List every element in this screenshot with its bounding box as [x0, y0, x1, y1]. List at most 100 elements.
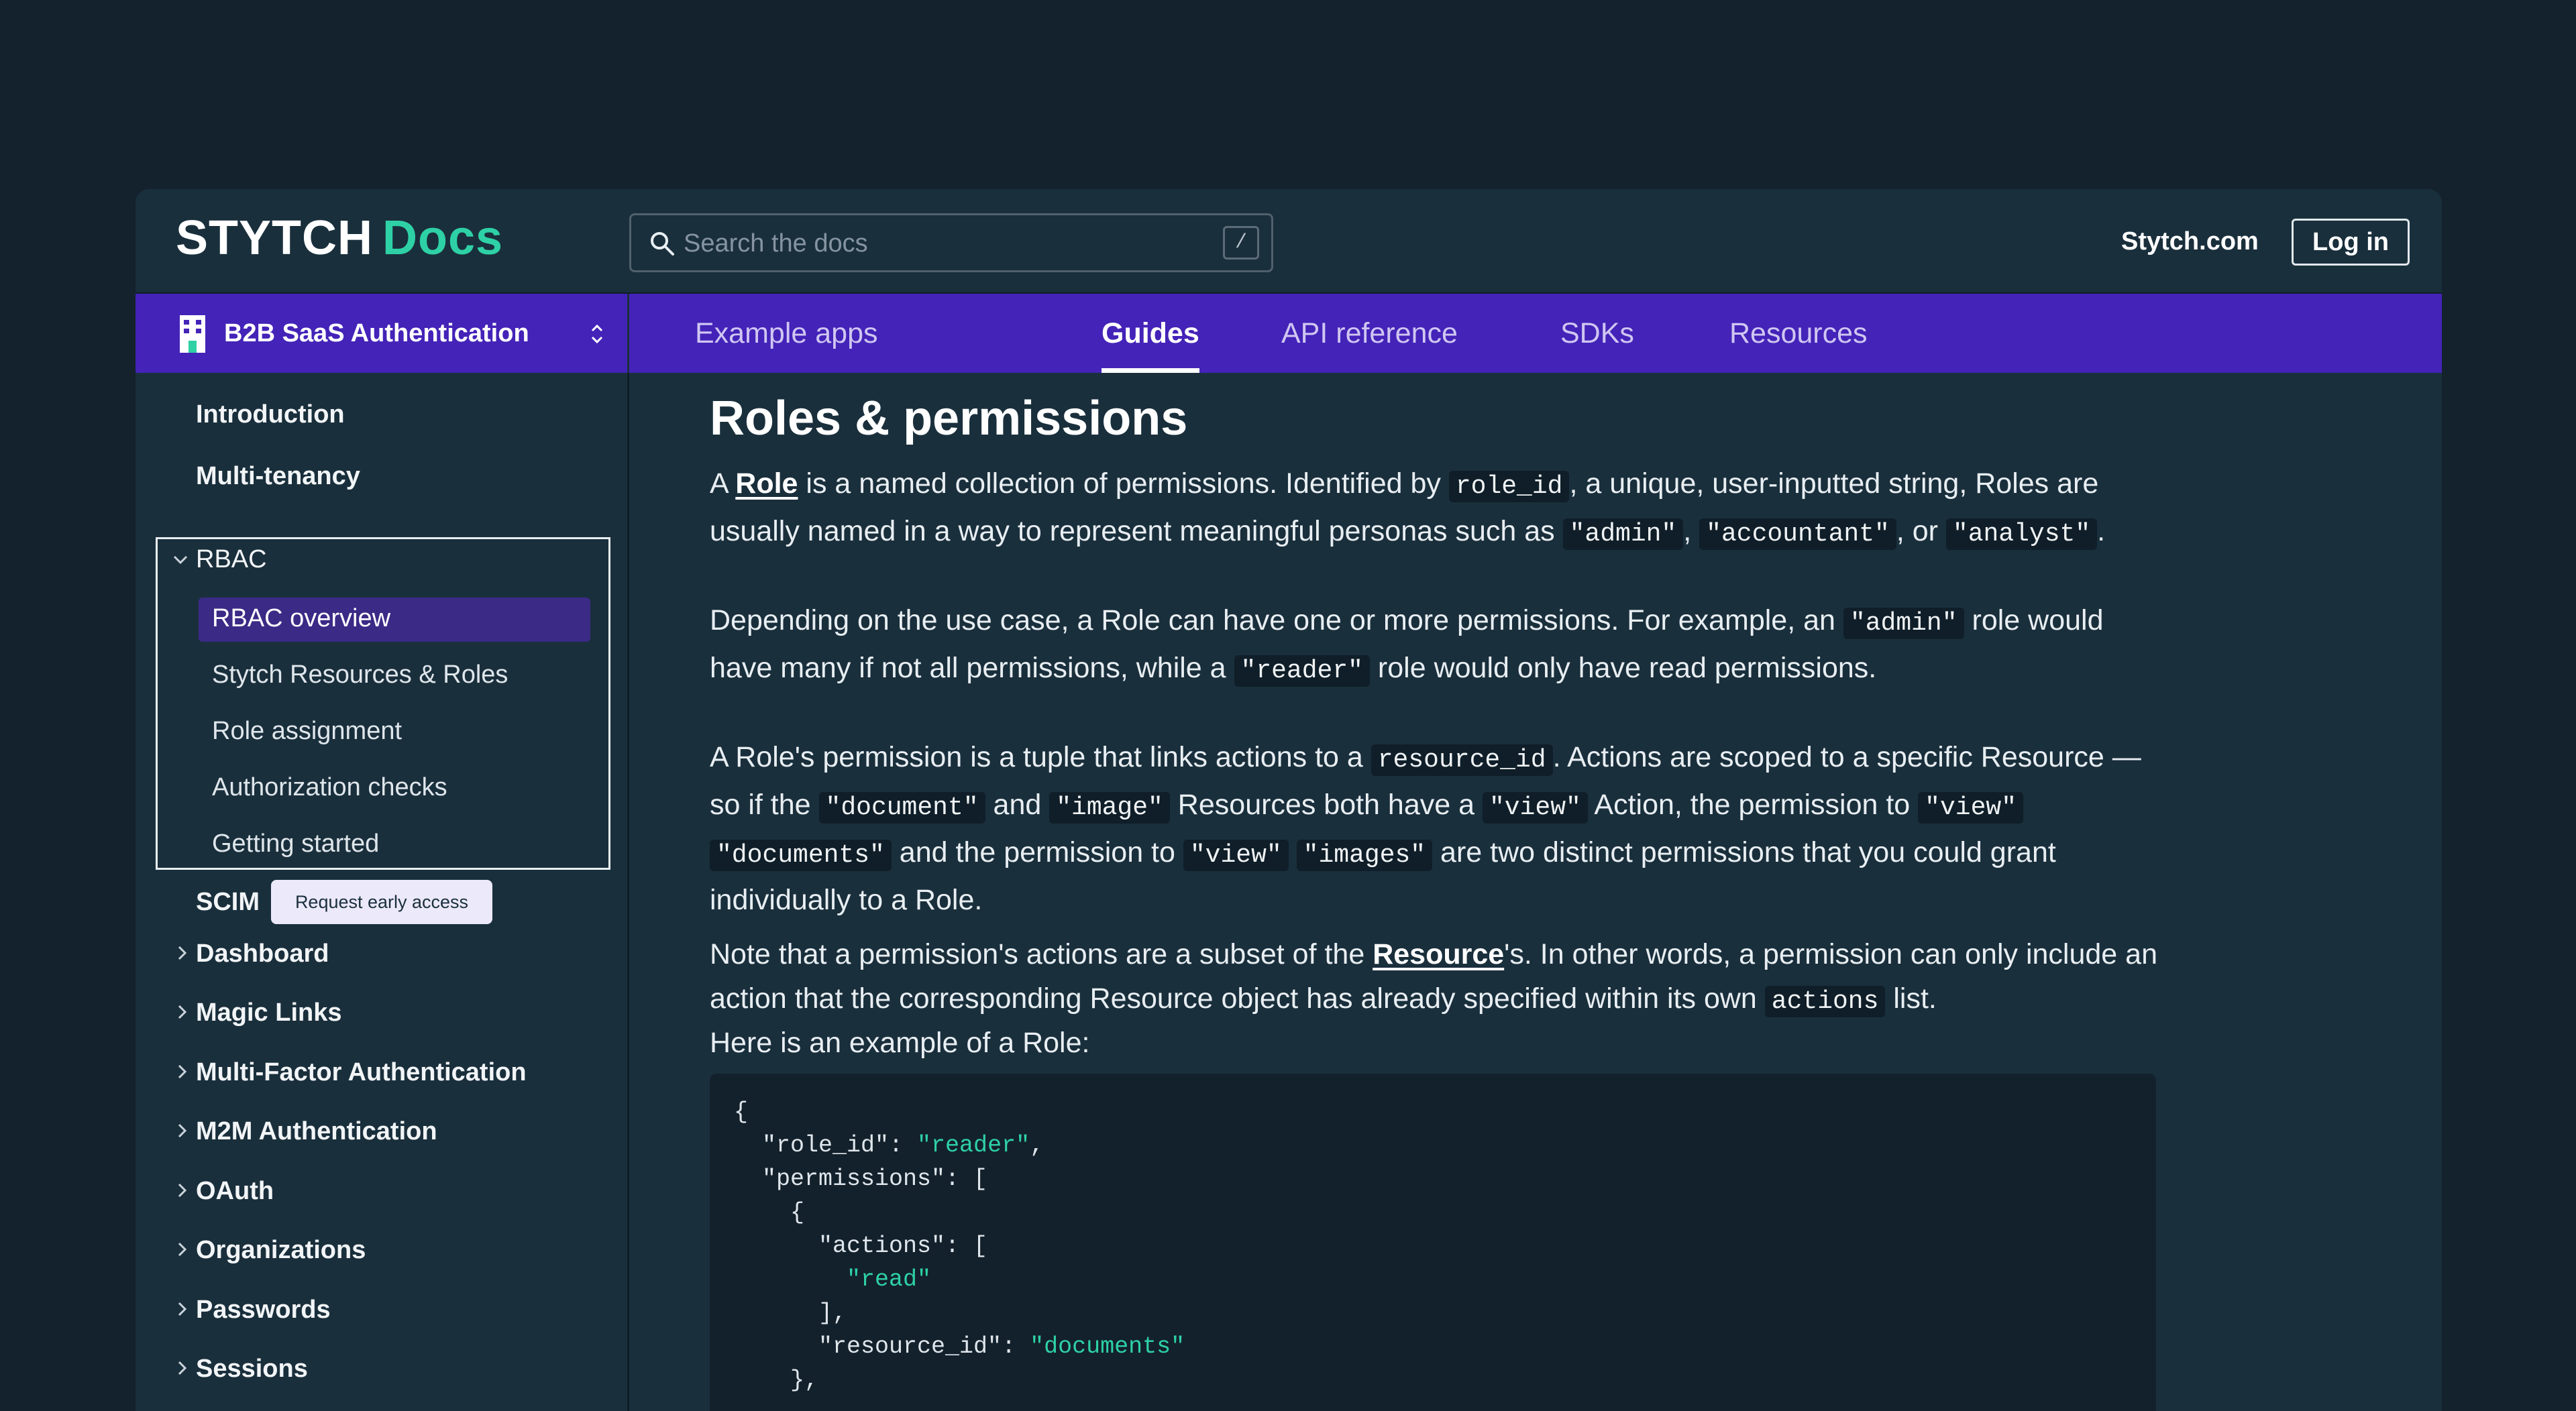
text: and the permission to [891, 836, 1183, 868]
docs-window: STYTCHDocs / Stytch.com Log in B2B SaaS … [136, 189, 2442, 1411]
sidebar-item-multi-tenancy[interactable]: Multi-tenancy [196, 457, 360, 495]
code-actions: actions [1764, 986, 1886, 1017]
product-switcher[interactable]: B2B SaaS Authentication [136, 294, 629, 373]
text: and [985, 789, 1050, 821]
code-role-id: role_id [1448, 471, 1570, 502]
text [1289, 836, 1297, 868]
sidebar-subitem-authorization-checks[interactable]: Authorization checks [212, 769, 447, 806]
text: A [710, 467, 736, 500]
code-image: "image" [1049, 792, 1170, 824]
chevron-right-icon[interactable] [173, 1122, 191, 1139]
code-line: "permissions": [ [734, 1166, 988, 1192]
tab-sdks[interactable]: SDKs [1560, 294, 1634, 373]
search-box[interactable]: / [629, 213, 1273, 272]
building-icon [180, 315, 205, 353]
sidebar-item-dashboard[interactable]: Dashboard [196, 935, 329, 972]
code-view: "view" [1482, 792, 1588, 824]
stytch-com-link[interactable]: Stytch.com [2121, 223, 2259, 260]
sidebar-item-mfa[interactable]: Multi-Factor Authentication [196, 1054, 527, 1091]
logo-brand: STYTCH [176, 211, 373, 265]
paragraph-role-definition: A Role is a named collection of permissi… [710, 461, 2159, 557]
sidebar-item-m2m[interactable]: M2M Authentication [196, 1113, 437, 1150]
chevron-right-icon[interactable] [173, 1300, 191, 1318]
paragraph-permission-tuple: A Role's permission is a tuple that link… [710, 735, 2159, 922]
tab-api-reference[interactable]: API reference [1281, 294, 1458, 373]
code-line: ], [734, 1300, 847, 1327]
code-line: "resource_id": [734, 1333, 1030, 1360]
text: . [2097, 515, 2106, 547]
chevron-right-icon[interactable] [173, 1182, 191, 1199]
sidebar-subitem-resources-roles[interactable]: Stytch Resources & Roles [212, 656, 508, 693]
search-input[interactable] [682, 219, 1165, 268]
code-documents: "documents" [710, 840, 892, 871]
sidebar-item-rbac[interactable]: RBAC [196, 541, 267, 578]
text: Resources both have a [1169, 789, 1483, 821]
sidebar-item-magic-links[interactable]: Magic Links [196, 994, 342, 1031]
code-document: "document" [818, 792, 985, 824]
chevron-right-icon[interactable] [173, 1241, 191, 1258]
text: Depending on the use case, a Role can ha… [710, 604, 1843, 636]
product-navbar: B2B SaaS Authentication Example apps Gui… [136, 294, 2442, 373]
sidebar-subitem-role-assignment[interactable]: Role assignment [212, 712, 402, 750]
tab-guides[interactable]: Guides [1102, 294, 1199, 373]
text: list. [1885, 982, 1937, 1015]
code-accountant: "accountant" [1699, 518, 1896, 550]
code-view: "view" [1918, 792, 2023, 824]
product-label: B2B SaaS Authentication [224, 319, 529, 347]
code-block-role-example[interactable]: { "role_id": "reader", "permissions": [ … [710, 1074, 2156, 1411]
sidebar-item-scim[interactable]: SCIM [196, 883, 260, 921]
paragraph-use-case: Depending on the use case, a Role can ha… [710, 598, 2159, 693]
site-header: STYTCHDocs / Stytch.com Log in [136, 189, 2442, 294]
main-content: Roles & permissions A Role is a named co… [629, 373, 2442, 1411]
tab-example-apps[interactable]: Example apps [695, 294, 878, 373]
code-string: "documents" [1030, 1333, 1185, 1360]
chevron-right-icon[interactable] [173, 944, 191, 962]
code-reader: "reader" [1234, 655, 1370, 687]
chevron-updown-icon [591, 324, 603, 344]
resource-link[interactable]: Resource [1373, 938, 1504, 970]
text: , or [1896, 515, 1946, 547]
code-resource-id: resource_id [1371, 744, 1553, 776]
tab-resources[interactable]: Resources [1729, 294, 1868, 373]
text: is a named collection of permissions. Id… [798, 467, 1449, 500]
text: Action, the permission to [1587, 789, 1919, 821]
code-line: "actions": [ [734, 1233, 988, 1259]
code-view: "view" [1183, 840, 1289, 871]
code-line: { [734, 1199, 805, 1226]
early-access-badge[interactable]: Request early access [271, 880, 492, 924]
sidebar-item-passwords[interactable]: Passwords [196, 1291, 331, 1329]
paragraph-actions-subset: Note that a permission's actions are a s… [710, 932, 2159, 1024]
search-icon [651, 232, 674, 256]
code-string: "reader" [917, 1132, 1030, 1159]
stytch-docs-logo[interactable]: STYTCH Docs [176, 209, 503, 267]
code-line: }, [734, 1367, 819, 1394]
code-admin: "admin" [1562, 518, 1684, 550]
paragraph-example-intro: Here is an example of a Role: [710, 1027, 1090, 1059]
code-line: { [734, 1098, 749, 1125]
role-link[interactable]: Role [735, 467, 798, 500]
code-admin: "admin" [1843, 608, 1964, 639]
sidebar-item-introduction[interactable]: Introduction [196, 396, 345, 433]
sidebar-item-organizations[interactable]: Organizations [196, 1231, 366, 1269]
code-string: "read" [734, 1266, 932, 1293]
logo-docs: Docs [382, 211, 504, 265]
login-button[interactable]: Log in [2292, 219, 2410, 266]
sidebar-item-oauth[interactable]: OAuth [196, 1172, 274, 1210]
sidebar-nav: Introduction Multi-tenancy RBAC RBAC ove… [136, 373, 629, 1411]
sidebar-subitem-rbac-overview[interactable]: RBAC overview [212, 600, 390, 637]
chevron-right-icon[interactable] [173, 1003, 191, 1021]
text: Note that a permission's actions are a s… [710, 938, 1373, 970]
rbac-section [156, 537, 610, 870]
code-line: "role_id": [734, 1132, 918, 1159]
text: , [1683, 515, 1700, 547]
sidebar-subitem-getting-started[interactable]: Getting started [212, 825, 379, 862]
chevron-right-icon[interactable] [173, 1359, 191, 1377]
chevron-down-icon[interactable] [172, 551, 189, 569]
chevron-right-icon[interactable] [173, 1063, 191, 1080]
code-analyst: "analyst" [1945, 518, 2098, 550]
text: role would only have read permissions. [1369, 652, 1877, 684]
page-title: Roles & permissions [710, 392, 1188, 445]
code-images: "images" [1296, 840, 1433, 871]
sidebar-item-sessions[interactable]: Sessions [196, 1350, 308, 1388]
text: A Role's permission is a tuple that link… [710, 741, 1371, 773]
